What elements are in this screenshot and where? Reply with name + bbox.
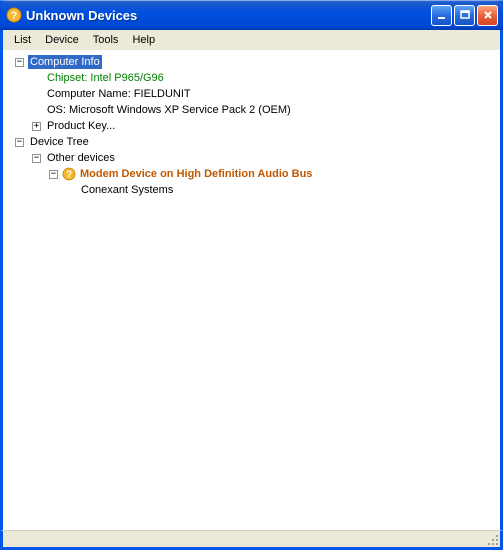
close-button[interactable] xyxy=(477,5,498,26)
tree-view[interactable]: − Computer Info Chipset: Intel P965/G96 … xyxy=(0,50,503,530)
tree-node-chipset[interactable]: Chipset: Intel P965/G96 xyxy=(7,70,496,86)
menu-help[interactable]: Help xyxy=(125,32,162,48)
resize-grip[interactable] xyxy=(486,533,498,545)
tree-node-vendor[interactable]: Conexant Systems xyxy=(7,182,496,198)
node-label-vendor[interactable]: Conexant Systems xyxy=(79,183,175,197)
app-icon: ? xyxy=(6,7,22,23)
unknown-device-icon: ? xyxy=(62,167,76,181)
window-title: Unknown Devices xyxy=(26,8,431,23)
collapse-icon[interactable]: − xyxy=(32,154,41,163)
node-label-computer-name[interactable]: Computer Name: FIELDUNIT xyxy=(45,87,193,101)
svg-text:?: ? xyxy=(11,10,18,22)
tree-node-device-tree[interactable]: − Device Tree xyxy=(7,134,496,150)
collapse-icon[interactable]: − xyxy=(15,138,24,147)
tree-node-os[interactable]: OS: Microsoft Windows XP Service Pack 2 … xyxy=(7,102,496,118)
node-label-modem[interactable]: Modem Device on High Definition Audio Bu… xyxy=(78,167,314,181)
menu-tools[interactable]: Tools xyxy=(86,32,126,48)
titlebar[interactable]: ? Unknown Devices xyxy=(0,0,503,30)
tree-node-product-key[interactable]: + Product Key... xyxy=(7,118,496,134)
node-label-chipset[interactable]: Chipset: Intel P965/G96 xyxy=(45,71,166,85)
node-label-other-devices[interactable]: Other devices xyxy=(45,151,117,165)
menu-device[interactable]: Device xyxy=(38,32,86,48)
node-label-device-tree[interactable]: Device Tree xyxy=(28,135,91,149)
expand-icon[interactable]: + xyxy=(32,122,41,131)
menubar: List Device Tools Help xyxy=(0,30,503,50)
collapse-icon[interactable]: − xyxy=(15,58,24,67)
svg-text:?: ? xyxy=(66,170,72,181)
app-window: ? Unknown Devices List Device Tools Help… xyxy=(0,0,503,550)
node-label-os[interactable]: OS: Microsoft Windows XP Service Pack 2 … xyxy=(45,103,293,117)
tree-node-modem[interactable]: − ? Modem Device on High Definition Audi… xyxy=(7,166,496,182)
tree-node-computer-info[interactable]: − Computer Info xyxy=(7,54,496,70)
tree-node-computer-name[interactable]: Computer Name: FIELDUNIT xyxy=(7,86,496,102)
collapse-icon[interactable]: − xyxy=(49,170,58,179)
menu-list[interactable]: List xyxy=(7,32,38,48)
statusbar xyxy=(0,530,503,550)
node-label-computer-info[interactable]: Computer Info xyxy=(28,55,102,69)
maximize-button[interactable] xyxy=(454,5,475,26)
window-controls xyxy=(431,5,498,26)
minimize-button[interactable] xyxy=(431,5,452,26)
tree-node-other-devices[interactable]: − Other devices xyxy=(7,150,496,166)
node-label-product-key[interactable]: Product Key... xyxy=(45,119,117,133)
